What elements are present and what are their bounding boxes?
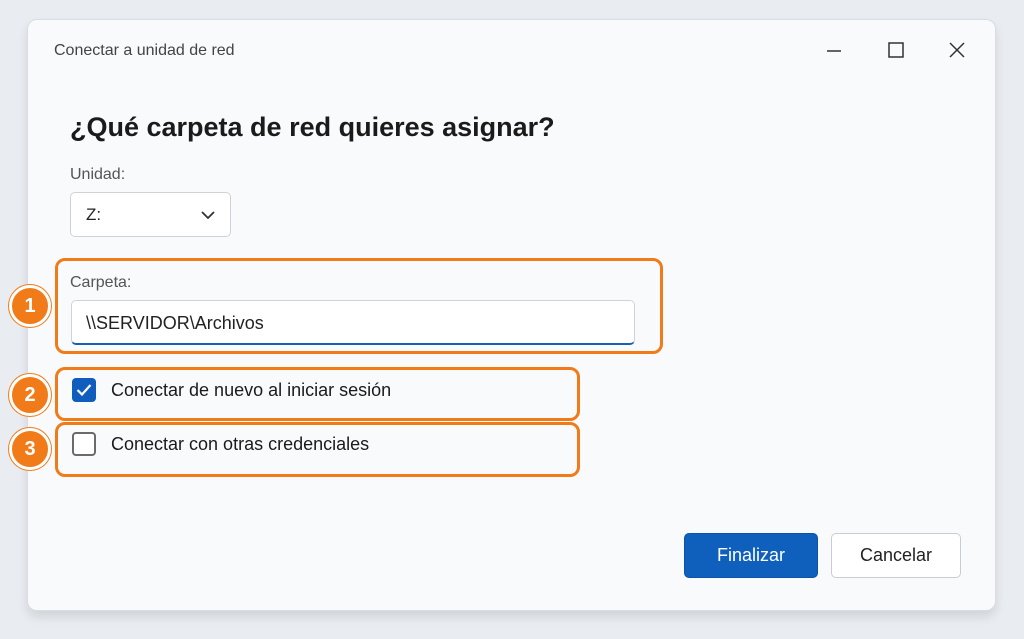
maximize-icon bbox=[888, 42, 904, 58]
highlight-folder bbox=[55, 258, 663, 354]
step-badge-3: 3 bbox=[9, 428, 51, 470]
close-icon bbox=[949, 42, 965, 58]
step-badge-2: 2 bbox=[9, 374, 51, 416]
drive-select[interactable]: Z: bbox=[70, 192, 231, 237]
finish-button[interactable]: Finalizar bbox=[684, 533, 818, 578]
drive-select-value: Z: bbox=[86, 205, 102, 224]
window-title: Conectar a unidad de red bbox=[54, 42, 235, 59]
step-badge-1: 1 bbox=[9, 285, 51, 327]
minimize-icon bbox=[827, 50, 841, 52]
cancel-button[interactable]: Cancelar bbox=[831, 533, 961, 578]
chevron-down-icon bbox=[201, 211, 215, 220]
highlight-credentials bbox=[55, 422, 580, 477]
maximize-button[interactable] bbox=[876, 34, 916, 66]
close-button[interactable] bbox=[937, 34, 977, 66]
minimize-button[interactable] bbox=[814, 34, 854, 66]
page-heading: ¿Qué carpeta de red quieres asignar? bbox=[70, 112, 555, 142]
highlight-reconnect bbox=[55, 367, 580, 421]
drive-label: Unidad: bbox=[70, 166, 126, 183]
